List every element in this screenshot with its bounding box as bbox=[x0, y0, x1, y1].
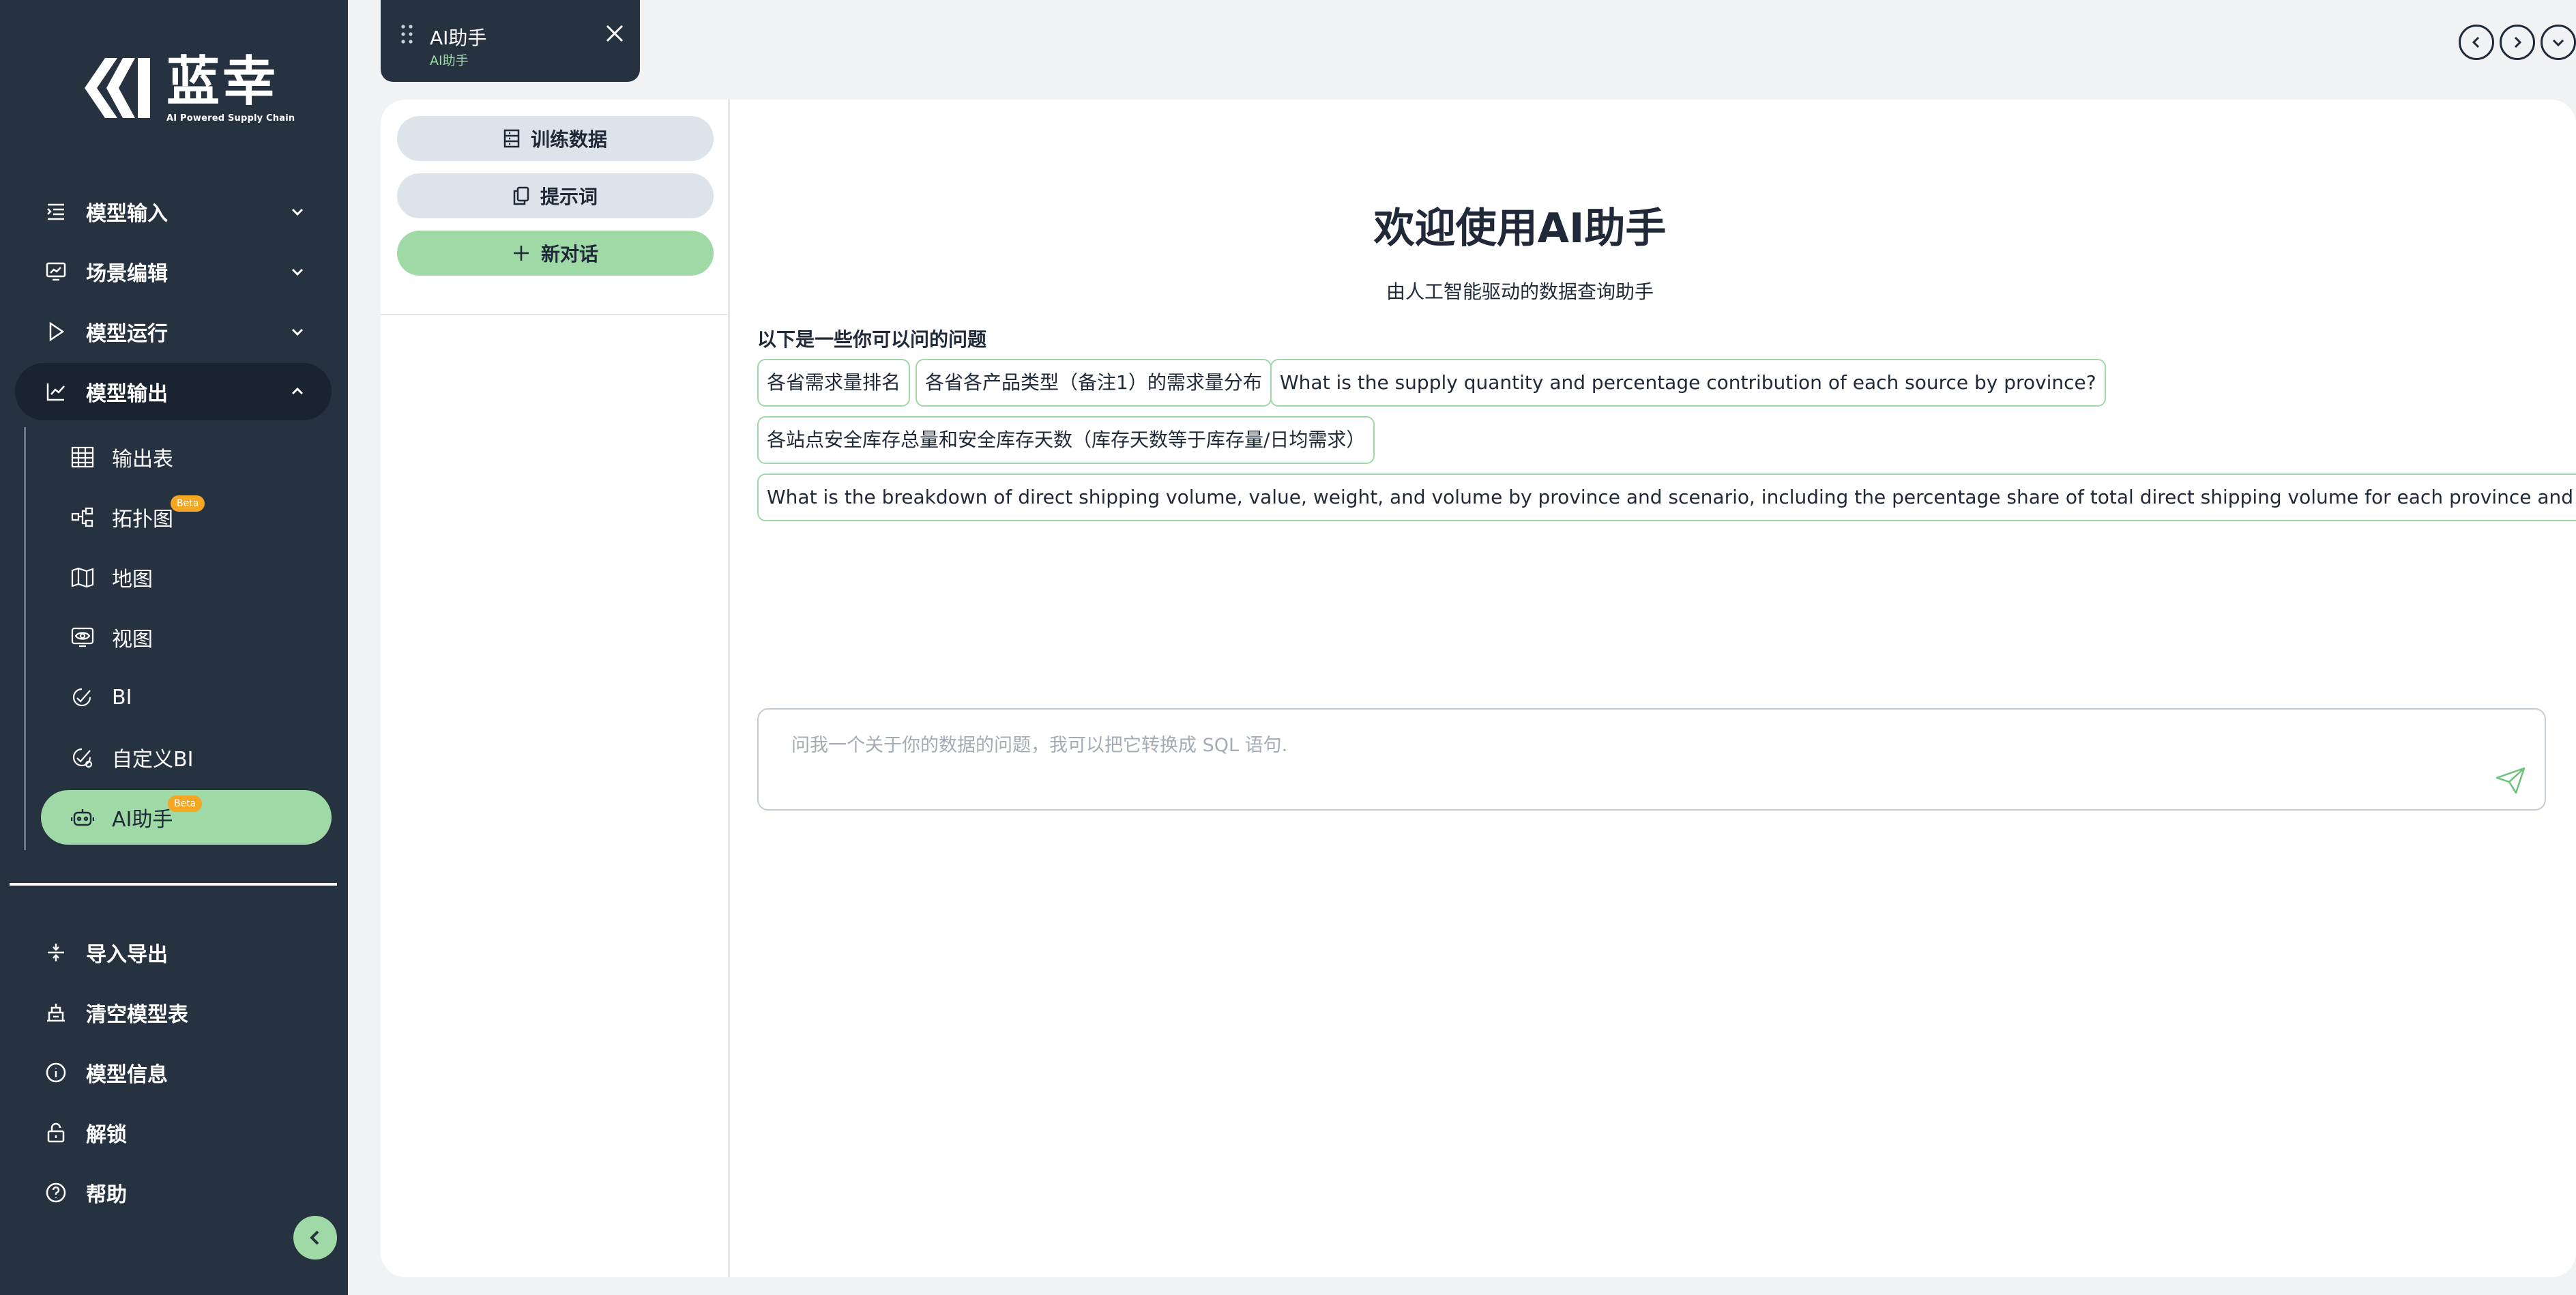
close-icon[interactable] bbox=[604, 23, 625, 44]
sub-ai-assistant-label: AI助手 bbox=[112, 808, 173, 832]
suggestion-chip[interactable]: 各省需求量排名 bbox=[757, 359, 911, 407]
nav-model-info-label: 模型信息 bbox=[86, 1063, 168, 1087]
sub-bi[interactable]: BI bbox=[41, 670, 332, 725]
line-chart-icon bbox=[46, 383, 65, 401]
nav-clear-model[interactable]: 清空模型表 bbox=[15, 984, 332, 1041]
nav-model-info[interactable]: 模型信息 bbox=[15, 1044, 332, 1101]
nav-model-input-label: 模型输入 bbox=[86, 202, 168, 226]
import-export-icon bbox=[48, 944, 64, 961]
nav-model-input[interactable]: 模型输入 bbox=[15, 183, 332, 240]
prompts-button[interactable]: 提示词 bbox=[397, 173, 714, 218]
conversation-list-divider bbox=[381, 314, 730, 315]
question-input-placeholder: 问我一个关于你的数据的问题，我可以把它转换成 SQL 语句. bbox=[791, 735, 1288, 756]
chevron-down-icon bbox=[2552, 39, 2564, 47]
chevron-right-icon bbox=[2514, 36, 2522, 48]
brand-logo[interactable]: 蓝幸 AI Powered Supply Chain bbox=[78, 52, 295, 123]
nav-import-export-label: 导入导出 bbox=[86, 943, 168, 967]
sidebar: 蓝幸 AI Powered Supply Chain 模型输入 场景编辑 模型运… bbox=[0, 0, 348, 1295]
logo-mark-icon bbox=[85, 57, 150, 118]
training-data-button[interactable]: 训练数据 bbox=[397, 116, 714, 161]
nav-model-output-label: 模型输出 bbox=[86, 382, 168, 406]
nav-model-run[interactable]: 模型运行 bbox=[15, 303, 332, 360]
chevron-left-icon bbox=[310, 1230, 319, 1245]
drag-handle-icon[interactable] bbox=[400, 23, 415, 45]
map-icon bbox=[71, 567, 94, 588]
training-data-label: 训练数据 bbox=[530, 128, 607, 151]
chevron-up-icon bbox=[291, 387, 304, 395]
nav-scene-edit-label: 场景编辑 bbox=[86, 262, 168, 286]
suggestion-chip[interactable]: 各省各产品类型（备注1）的需求量分布 bbox=[916, 359, 1272, 407]
sub-custom-bi-label: 自定义BI bbox=[112, 748, 194, 772]
custom-bi-icon bbox=[72, 748, 93, 768]
previous-tab-button[interactable] bbox=[2459, 25, 2494, 60]
chevron-down-icon bbox=[291, 328, 304, 336]
nav-model-run-label: 模型运行 bbox=[86, 322, 168, 346]
sidebar-divider bbox=[10, 883, 337, 886]
nav-model-output[interactable]: 模型输出 bbox=[15, 363, 332, 420]
suggestion-chip[interactable]: 各站点安全库存总量和安全库存天数（库存天数等于库存量/日均需求） bbox=[757, 416, 1375, 464]
beta-badge: Beta bbox=[168, 796, 203, 812]
clear-table-icon bbox=[47, 1004, 65, 1022]
topology-icon bbox=[71, 507, 93, 527]
chevron-down-icon bbox=[291, 208, 304, 216]
play-icon bbox=[49, 321, 65, 342]
sub-ai-assistant[interactable]: AI助手 Beta bbox=[41, 790, 332, 845]
sub-view-label: 视图 bbox=[112, 628, 153, 652]
unlock-icon bbox=[47, 1122, 65, 1143]
robot-icon bbox=[71, 809, 94, 826]
chevron-down-icon bbox=[291, 268, 304, 276]
question-input[interactable]: 问我一个关于你的数据的问题，我可以把它转换成 SQL 语句. bbox=[757, 708, 2546, 811]
info-icon bbox=[46, 1062, 66, 1083]
send-icon[interactable] bbox=[2496, 767, 2526, 794]
ai-assistant-panel: 训练数据 提示词 新对话 欢迎使用AI助手 由人工智能驱动的数据查询助手 以下是… bbox=[381, 100, 2576, 1277]
monitor-chart-icon bbox=[46, 262, 66, 281]
beta-badge: Beta bbox=[171, 495, 205, 512]
tab-title: AI助手 bbox=[430, 27, 487, 49]
nav-unlock[interactable]: 解锁 bbox=[15, 1104, 332, 1161]
nav-unlock-label: 解锁 bbox=[86, 1123, 127, 1147]
sub-map-label: 地图 bbox=[112, 568, 153, 592]
sidebar-collapse-button[interactable] bbox=[293, 1216, 337, 1260]
new-chat-button[interactable]: 新对话 bbox=[397, 231, 714, 276]
tab-subtitle: AI助手 bbox=[430, 53, 469, 68]
sub-topology-label: 拓扑图 bbox=[112, 508, 173, 532]
nav-help[interactable]: 帮助 bbox=[15, 1164, 332, 1221]
suggestion-chip[interactable]: What is the breakdown of direct shipping… bbox=[757, 474, 2576, 521]
help-icon bbox=[46, 1182, 66, 1203]
conversation-sidebar: 训练数据 提示词 新对话 bbox=[381, 100, 730, 1277]
table-icon bbox=[71, 446, 94, 468]
welcome-subtitle: 由人工智能驱动的数据查询助手 bbox=[1386, 280, 1654, 303]
tab-ai-assistant[interactable]: AI助手 AI助手 bbox=[381, 0, 640, 82]
database-icon bbox=[503, 129, 520, 148]
chevron-left-icon bbox=[2472, 36, 2480, 48]
nav-help-label: 帮助 bbox=[86, 1183, 127, 1207]
sub-custom-bi[interactable]: 自定义BI bbox=[41, 730, 332, 785]
sub-view[interactable]: 视图 bbox=[41, 610, 332, 665]
sub-output-table-label: 输出表 bbox=[112, 448, 173, 471]
welcome-title: 欢迎使用AI助手 bbox=[1373, 205, 1667, 252]
plus-icon bbox=[513, 246, 529, 261]
nav-scene-edit[interactable]: 场景编辑 bbox=[15, 243, 332, 300]
bi-analytics-icon bbox=[72, 688, 91, 707]
nav-clear-model-label: 清空模型表 bbox=[86, 1003, 188, 1027]
sub-topology[interactable]: 拓扑图 Beta bbox=[41, 490, 332, 544]
sub-bi-label: BI bbox=[112, 685, 132, 710]
eye-view-icon bbox=[71, 627, 94, 648]
next-tab-button[interactable] bbox=[2500, 25, 2535, 60]
new-chat-label: 新对话 bbox=[540, 243, 598, 265]
sub-map[interactable]: 地图 bbox=[41, 550, 332, 605]
submenu-guide-line bbox=[24, 427, 26, 850]
tab-navigation bbox=[2459, 25, 2576, 60]
sub-output-table[interactable]: 输出表 bbox=[41, 430, 332, 484]
prompts-label: 提示词 bbox=[540, 186, 598, 208]
suggestions-heading: 以下是一些你可以问的问题 bbox=[757, 328, 987, 351]
copy-document-icon bbox=[513, 186, 529, 205]
indent-list-icon bbox=[47, 203, 64, 220]
tab-list-dropdown[interactable] bbox=[2541, 25, 2576, 60]
brand-name: 蓝幸 bbox=[166, 51, 279, 113]
nav-import-export[interactable]: 导入导出 bbox=[15, 924, 332, 981]
brand-tagline: AI Powered Supply Chain bbox=[166, 113, 295, 123]
suggestion-chip[interactable]: What is the supply quantity and percenta… bbox=[1270, 359, 2106, 407]
